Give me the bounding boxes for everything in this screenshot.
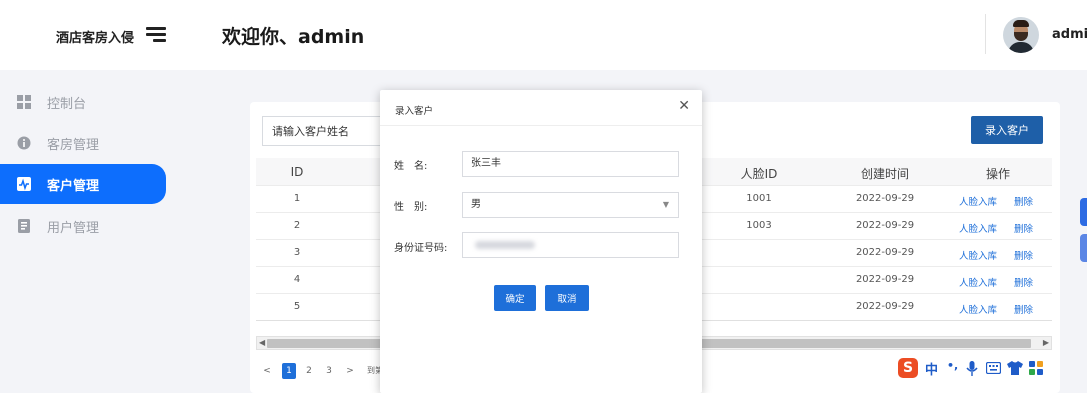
dashboard-icon <box>17 95 31 109</box>
cell-created: 2022-09-29 <box>855 247 915 258</box>
sidebar-item-dashboard[interactable]: 控制台 <box>0 82 166 122</box>
page-3[interactable]: 3 <box>324 363 334 379</box>
cell-created: 2022-09-29 <box>855 301 915 312</box>
modal-divider <box>380 125 702 126</box>
microphone-icon[interactable] <box>966 361 978 376</box>
next-page-icon[interactable]: > <box>345 363 355 379</box>
info-icon <box>17 136 31 150</box>
col-id: ID <box>290 165 304 179</box>
scroll-right-icon[interactable]: ▶ <box>1043 338 1049 347</box>
scroll-left-icon[interactable]: ◀ <box>259 338 265 347</box>
user-name[interactable]: admi <box>1052 27 1087 42</box>
id-number-field[interactable] <box>462 232 679 258</box>
ime-chinese-mode[interactable]: 中 <box>925 359 938 378</box>
page-1[interactable]: 1 <box>282 363 296 379</box>
col-face-id: 人脸ID <box>740 167 778 181</box>
floating-tab-2[interactable] <box>1080 234 1087 262</box>
avatar[interactable] <box>1003 17 1039 53</box>
add-customer-modal: 录入客户 ✕ 姓 名: 张三丰 性 别: 男 ▼ 身份证号码: 确定 取消 <box>380 90 702 393</box>
face-enroll-link[interactable]: 人脸入库 <box>959 248 997 262</box>
delete-link[interactable]: 删除 <box>1014 248 1033 262</box>
header-divider <box>985 14 986 54</box>
id-number-label: 身份证号码: <box>394 243 448 254</box>
skin-shirt-icon[interactable] <box>1007 361 1023 375</box>
gender-value: 男 <box>471 199 481 210</box>
welcome-title: 欢迎你、admin <box>222 26 365 48</box>
search-input[interactable] <box>262 116 382 146</box>
menu-toggle-icon[interactable] <box>146 26 168 42</box>
modal-title: 录入客户 <box>395 106 434 117</box>
name-value: 张三丰 <box>471 158 501 169</box>
sidebar-item-customers[interactable]: 客户管理 <box>0 164 166 204</box>
face-enroll-link[interactable]: 人脸入库 <box>959 194 997 208</box>
top-header: 酒店客房入侵 欢迎你、admin admi <box>0 0 1087 70</box>
prev-page-icon[interactable]: < <box>262 363 272 379</box>
cell-created: 2022-09-29 <box>855 220 915 231</box>
cell-face-id: 1001 <box>746 193 772 204</box>
delete-link[interactable]: 删除 <box>1014 275 1033 289</box>
col-created: 创建时间 <box>860 167 909 181</box>
sidebar-item-label: 客房管理 <box>47 138 100 153</box>
gender-select[interactable]: 男 ▼ <box>462 192 679 218</box>
face-enroll-link[interactable]: 人脸入库 <box>959 221 997 235</box>
sidebar-item-label: 用户管理 <box>47 221 100 236</box>
cell-face-id: 1003 <box>746 220 772 231</box>
sogou-logo-icon[interactable]: S <box>898 358 918 378</box>
cell-id: 5 <box>293 301 301 312</box>
col-ops: 操作 <box>985 167 1010 181</box>
face-enroll-link[interactable]: 人脸入库 <box>959 302 997 316</box>
cell-id: 2 <box>293 220 301 231</box>
delete-link[interactable]: 删除 <box>1014 221 1033 235</box>
sidebar-item-users[interactable]: 用户管理 <box>0 206 166 246</box>
activity-icon <box>17 177 31 191</box>
cancel-button[interactable]: 取消 <box>545 285 589 311</box>
keyboard-icon[interactable] <box>986 362 1001 374</box>
page-2[interactable]: 2 <box>304 363 314 379</box>
sidebar-item-label: 控制台 <box>47 97 87 112</box>
sidebar-item-rooms[interactable]: 客房管理 <box>0 123 166 163</box>
cell-id: 4 <box>293 274 301 285</box>
sidebar-item-label: 客户管理 <box>47 179 100 194</box>
name-label: 姓 名: <box>394 161 428 172</box>
ime-punctuation-icon[interactable]: •, <box>947 359 958 372</box>
cell-id: 1 <box>293 193 301 204</box>
name-field[interactable]: 张三丰 <box>462 151 679 177</box>
cell-created: 2022-09-29 <box>855 193 915 204</box>
app-brand: 酒店客房入侵 <box>56 31 135 46</box>
document-icon <box>18 219 30 233</box>
chevron-down-icon: ▼ <box>662 200 669 209</box>
face-enroll-link[interactable]: 人脸入库 <box>959 275 997 289</box>
delete-link[interactable]: 删除 <box>1014 302 1033 316</box>
close-icon[interactable]: ✕ <box>678 98 690 114</box>
floating-tab-1[interactable] <box>1080 198 1087 226</box>
cell-created: 2022-09-29 <box>855 274 915 285</box>
ime-toolbar: S 中 •, <box>898 358 1048 380</box>
add-customer-button[interactable]: 录入客户 <box>971 116 1043 144</box>
delete-link[interactable]: 删除 <box>1014 194 1033 208</box>
redacted-id-value <box>475 241 535 249</box>
confirm-button[interactable]: 确定 <box>494 285 536 311</box>
gender-label: 性 别: <box>394 202 428 213</box>
cell-id: 3 <box>293 247 301 258</box>
toolbox-grid-icon[interactable] <box>1029 361 1043 375</box>
